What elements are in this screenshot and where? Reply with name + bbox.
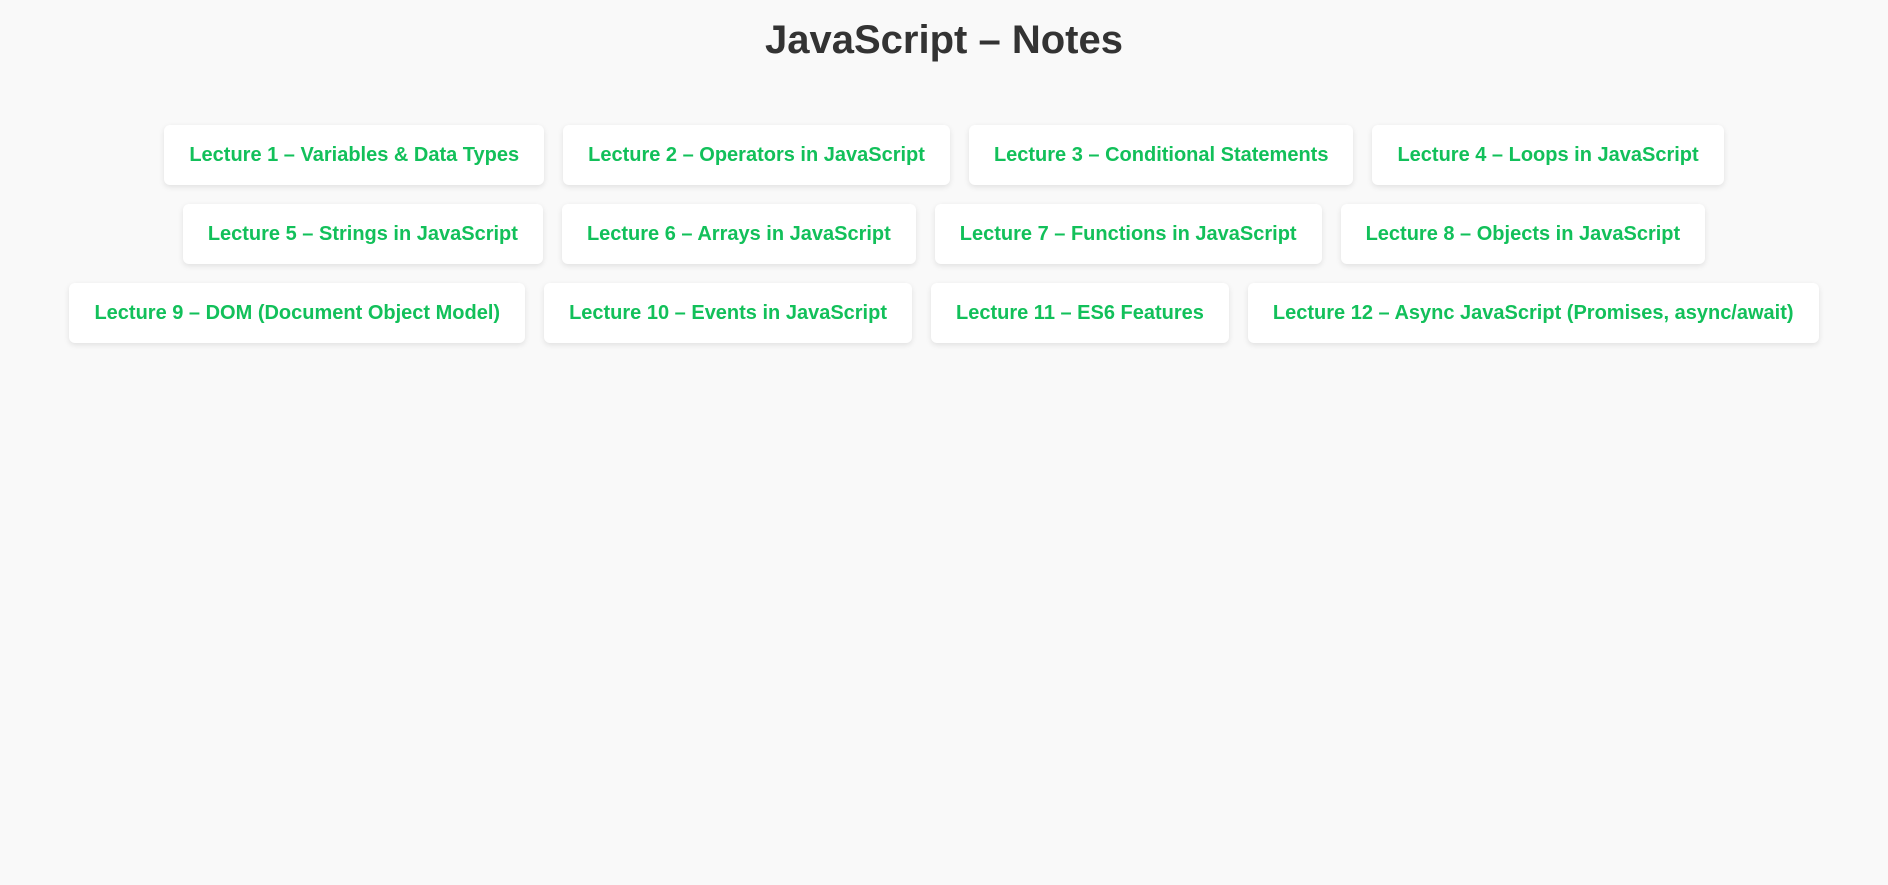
- lecture-link-7[interactable]: Lecture 7 – Functions in JavaScript: [934, 204, 1322, 264]
- lecture-link-8[interactable]: Lecture 8 – Objects in JavaScript: [1340, 204, 1706, 264]
- page-title: JavaScript – Notes: [765, 18, 1123, 62]
- lecture-link-3[interactable]: Lecture 3 – Conditional Statements: [968, 125, 1354, 185]
- lecture-link-6[interactable]: Lecture 6 – Arrays in JavaScript: [561, 204, 916, 264]
- lecture-list: Lecture 1 – Variables & Data Types Lectu…: [0, 125, 1888, 343]
- lecture-link-5[interactable]: Lecture 5 – Strings in JavaScript: [182, 204, 543, 264]
- lecture-link-1[interactable]: Lecture 1 – Variables & Data Types: [164, 125, 545, 185]
- notes-page: JavaScript – Notes Lecture 1 – Variables…: [0, 0, 1888, 885]
- lecture-link-2[interactable]: Lecture 2 – Operators in JavaScript: [563, 125, 950, 185]
- lecture-link-4[interactable]: Lecture 4 – Loops in JavaScript: [1372, 125, 1724, 185]
- lecture-link-12[interactable]: Lecture 12 – Async JavaScript (Promises,…: [1247, 283, 1819, 343]
- lecture-link-9[interactable]: Lecture 9 – DOM (Document Object Model): [69, 283, 526, 343]
- lecture-link-10[interactable]: Lecture 10 – Events in JavaScript: [544, 283, 912, 343]
- lecture-link-11[interactable]: Lecture 11 – ES6 Features: [931, 283, 1229, 343]
